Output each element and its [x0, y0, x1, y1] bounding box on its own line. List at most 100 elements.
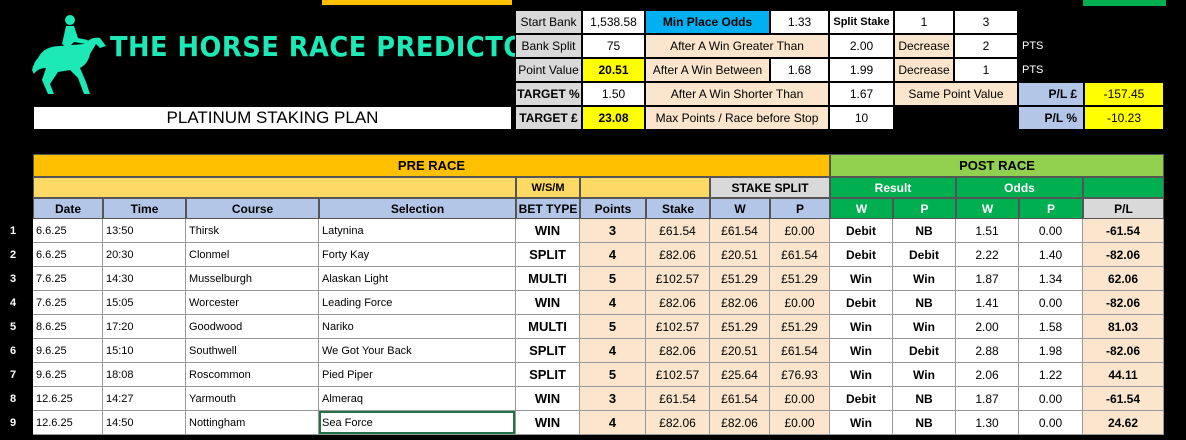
cell-rp[interactable]: Win	[893, 363, 956, 387]
cell-op[interactable]: 0.00	[1019, 219, 1083, 243]
cell-course[interactable]: Musselburgh	[186, 267, 319, 291]
cell-time[interactable]: 18:08	[103, 363, 186, 387]
cell-time[interactable]: 20:30	[103, 243, 186, 267]
after-win-greater-value[interactable]: 2.00	[829, 34, 894, 58]
cell-selection[interactable]: Latynina	[319, 219, 516, 243]
cell-ow[interactable]: 2.22	[956, 243, 1019, 267]
cell-date[interactable]: 8.6.25	[33, 315, 103, 339]
cell-selection[interactable]: We Got Your Back	[319, 339, 516, 363]
cell-date[interactable]: 12.6.25	[33, 411, 103, 435]
decrease-value-1[interactable]: 2	[954, 34, 1018, 58]
decrease-value-2[interactable]: 1	[954, 58, 1018, 82]
cell-bet[interactable]: MULTI	[516, 315, 580, 339]
cell-rp[interactable]: NB	[893, 219, 956, 243]
cell-ow[interactable]: 1.30	[956, 411, 1019, 435]
cell-course[interactable]: Yarmouth	[186, 387, 319, 411]
cell-course[interactable]: Goodwood	[186, 315, 319, 339]
cell-op[interactable]: 1.34	[1019, 267, 1083, 291]
cell-selection[interactable]: Pied Piper	[319, 363, 516, 387]
cell-rw[interactable]: Debit	[830, 243, 893, 267]
cell-time[interactable]: 17:20	[103, 315, 186, 339]
cell-rp[interactable]: Debit	[893, 339, 956, 363]
cell-time[interactable]: 14:30	[103, 267, 186, 291]
cell-op[interactable]: 1.40	[1019, 243, 1083, 267]
bank-split-value[interactable]: 75	[582, 34, 645, 58]
cell-op[interactable]: 1.22	[1019, 363, 1083, 387]
start-bank-value[interactable]: 1,538.58	[582, 10, 645, 34]
cell-sp: £61.54	[770, 243, 830, 267]
cell-op[interactable]: 0.00	[1019, 411, 1083, 435]
cell-date[interactable]: 9.6.25	[33, 363, 103, 387]
cell-course[interactable]: Roscommon	[186, 363, 319, 387]
cell-selection[interactable]: Sea Force	[319, 411, 516, 435]
cell-bet[interactable]: SPLIT	[516, 363, 580, 387]
cell-date[interactable]: 12.6.25	[33, 387, 103, 411]
cell-ow[interactable]: 2.00	[956, 315, 1019, 339]
split-stake-a[interactable]: 1	[894, 10, 954, 34]
after-win-between-high[interactable]: 1.99	[829, 58, 894, 82]
cell-selection[interactable]: Almeraq	[319, 387, 516, 411]
cell-bet[interactable]: WIN	[516, 387, 580, 411]
cell-time[interactable]: 15:05	[103, 291, 186, 315]
cell-time[interactable]: 14:50	[103, 411, 186, 435]
cell-rp[interactable]: NB	[893, 411, 956, 435]
cell-course[interactable]: Clonmel	[186, 243, 319, 267]
cell-rw[interactable]: Win	[830, 363, 893, 387]
cell-selection[interactable]: Forty Kay	[319, 243, 516, 267]
cell-bet[interactable]: SPLIT	[516, 339, 580, 363]
cell-points: 4	[580, 411, 646, 435]
cell-selection[interactable]: Alaskan Light	[319, 267, 516, 291]
cell-date[interactable]: 7.6.25	[33, 291, 103, 315]
cell-rp[interactable]: Win	[893, 267, 956, 291]
cell-time[interactable]: 14:27	[103, 387, 186, 411]
cell-time[interactable]: 15:10	[103, 339, 186, 363]
cell-selection[interactable]: Nariko	[319, 315, 516, 339]
cell-ow[interactable]: 2.88	[956, 339, 1019, 363]
cell-rw[interactable]: Debit	[830, 291, 893, 315]
cell-bet[interactable]: MULTI	[516, 267, 580, 291]
cell-op[interactable]: 0.00	[1019, 387, 1083, 411]
cell-selection[interactable]: Leading Force	[319, 291, 516, 315]
cell-op[interactable]: 1.98	[1019, 339, 1083, 363]
cell-time[interactable]: 13:50	[103, 219, 186, 243]
cell-rp[interactable]: NB	[893, 387, 956, 411]
cell-ow[interactable]: 1.41	[956, 291, 1019, 315]
cell-course[interactable]: Southwell	[186, 339, 319, 363]
cell-rp[interactable]: Debit	[893, 243, 956, 267]
col-stake-p: P	[770, 198, 830, 219]
cell-ow[interactable]: 1.87	[956, 267, 1019, 291]
cell-rp[interactable]: NB	[893, 291, 956, 315]
cell-bet[interactable]: WIN	[516, 219, 580, 243]
after-win-shorter-value[interactable]: 1.67	[829, 82, 894, 106]
cell-op[interactable]: 1.58	[1019, 315, 1083, 339]
cell-bet[interactable]: WIN	[516, 411, 580, 435]
cell-rp[interactable]: Win	[893, 315, 956, 339]
cell-rw[interactable]: Win	[830, 267, 893, 291]
table-row: 1 6.6.25 13:50 Thirsk Latynina WIN 3 £61.54 £61.…	[0, 219, 1186, 243]
cell-rw[interactable]: Win	[830, 339, 893, 363]
cell-bet[interactable]: SPLIT	[516, 243, 580, 267]
max-points-value[interactable]: 10	[829, 106, 894, 130]
cell-rw[interactable]: Win	[830, 315, 893, 339]
cell-course[interactable]: Thirsk	[186, 219, 319, 243]
after-win-between-low[interactable]: 1.68	[770, 58, 829, 82]
cell-rw[interactable]: Debit	[830, 219, 893, 243]
cell-pl: 81.03	[1083, 315, 1164, 339]
cell-rw[interactable]: Win	[830, 411, 893, 435]
cell-date[interactable]: 6.6.25	[33, 219, 103, 243]
cell-op[interactable]: 0.00	[1019, 291, 1083, 315]
cell-date[interactable]: 9.6.25	[33, 339, 103, 363]
target-pct-value[interactable]: 1.50	[582, 82, 645, 106]
cell-bet[interactable]: WIN	[516, 291, 580, 315]
cell-course[interactable]: Nottingham	[186, 411, 319, 435]
table-row: 2 6.6.25 20:30 Clonmel Forty Kay SPLIT 4 £82.06…	[0, 243, 1186, 267]
cell-date[interactable]: 7.6.25	[33, 267, 103, 291]
cell-date[interactable]: 6.6.25	[33, 243, 103, 267]
split-stake-b[interactable]: 3	[954, 10, 1018, 34]
cell-ow[interactable]: 1.87	[956, 387, 1019, 411]
cell-ow[interactable]: 1.51	[956, 219, 1019, 243]
cell-rw[interactable]: Debit	[830, 387, 893, 411]
cell-course[interactable]: Worcester	[186, 291, 319, 315]
min-place-odds-value[interactable]: 1.33	[770, 10, 829, 34]
cell-ow[interactable]: 2.06	[956, 363, 1019, 387]
